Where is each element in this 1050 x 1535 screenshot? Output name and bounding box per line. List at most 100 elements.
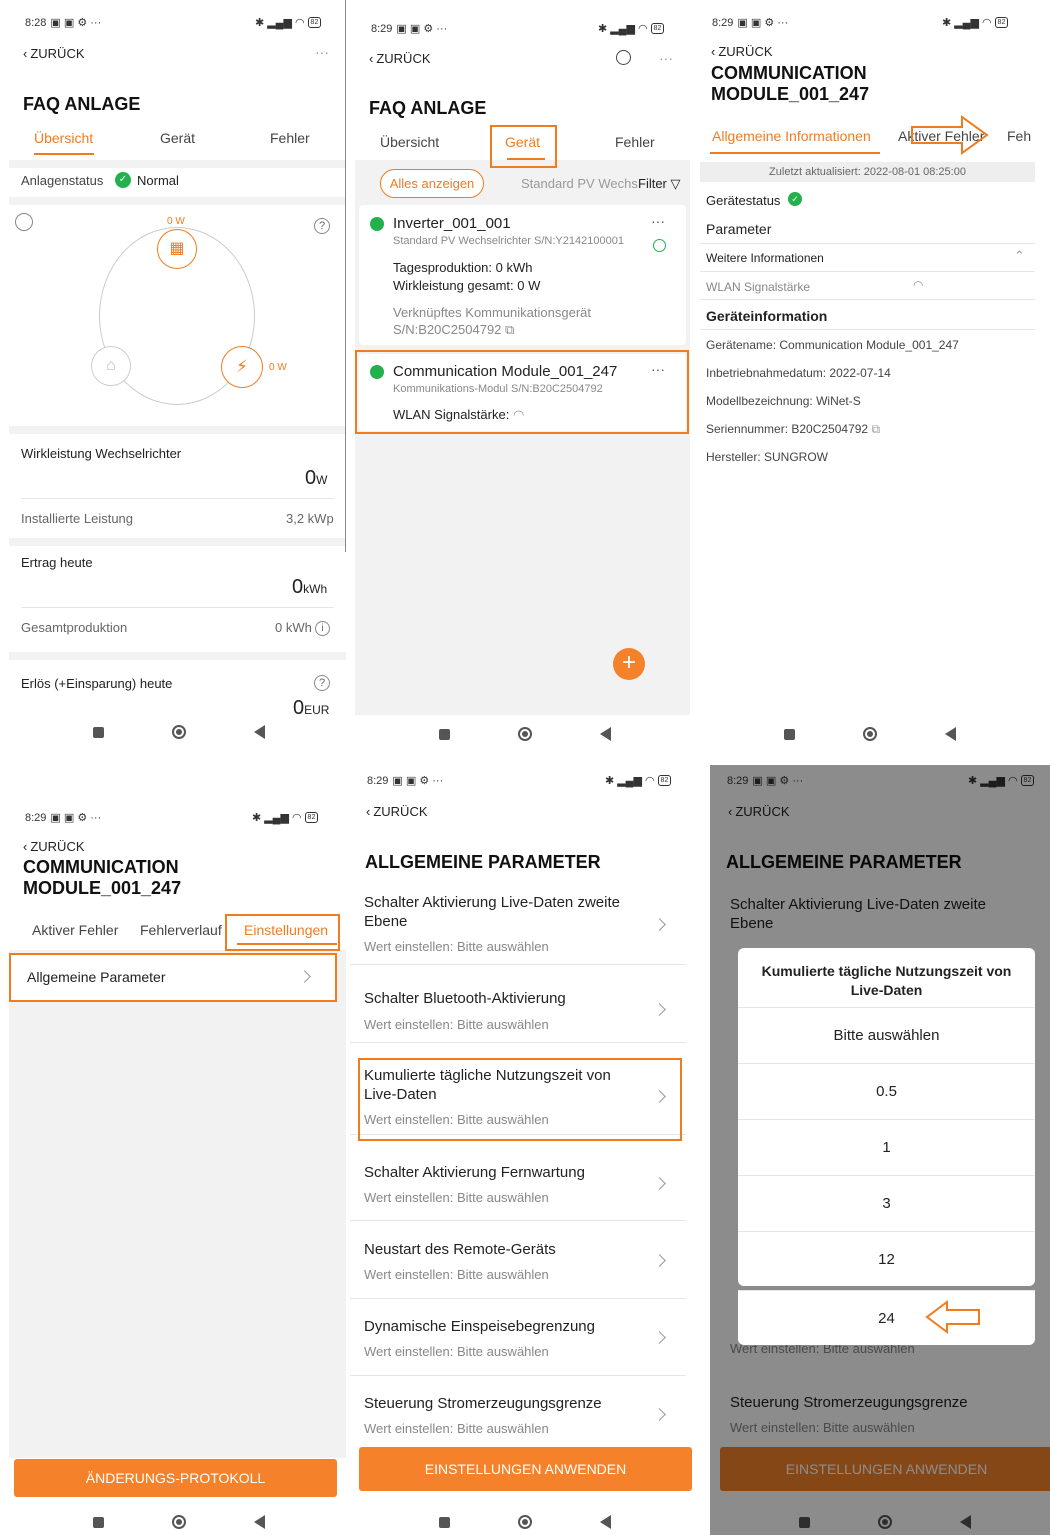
option-24-row[interactable]: 24: [738, 1290, 1035, 1345]
total-power: Wirkleistung gesamt: 0 W: [393, 278, 541, 293]
timer-icon[interactable]: [15, 213, 33, 231]
recent-apps-icon[interactable]: [439, 728, 450, 740]
recent-apps-icon[interactable]: [784, 728, 795, 740]
param-value: Wert einstellen: Bitte auswählen: [364, 1421, 549, 1436]
help-icon[interactable]: ?: [314, 218, 330, 234]
option-1[interactable]: 1: [738, 1119, 1035, 1175]
tab-errors[interactable]: Fehler: [615, 134, 655, 150]
panel-device-settings: 8:29 ▣ ▣ ⚙ ··· ✱ ▂▄▆ ◠ 82 ‹ ZURÜCK COMMUNICAT…: [9, 795, 346, 1535]
help-icon[interactable]: ?: [314, 675, 330, 691]
installed-power-label: Installierte Leistung: [21, 511, 134, 526]
battery-icon: 82: [307, 17, 322, 28]
list-background: [9, 950, 346, 1458]
tab-errors[interactable]: Fehler: [270, 130, 310, 146]
back-button[interactable]: ‹ ZURÜCK: [369, 51, 431, 66]
param-row[interactable]: Schalter Aktivierung Live-Daten zweite Eb…: [350, 885, 686, 965]
home-nav-icon[interactable]: [172, 1515, 186, 1529]
add-device-button[interactable]: +: [613, 648, 645, 680]
back-nav-icon[interactable]: [254, 725, 265, 739]
wifi-icon: ◠: [913, 278, 924, 292]
linked-device-label: Verknüpftes Kommunikationsgerät: [393, 305, 591, 320]
param-row[interactable]: Neustart des Remote-Geräts Wert einstell…: [350, 1222, 686, 1299]
param-row[interactable]: Schalter Bluetooth-Aktivierung Wert eins…: [350, 971, 686, 1043]
more-icon[interactable]: ···: [315, 44, 329, 60]
dialog-title: Kumulierte tägliche Nutzungszeit von Live…: [761, 963, 1012, 998]
tab-active-errors[interactable]: Aktiver Fehler: [32, 922, 118, 938]
recent-apps-icon[interactable]: [93, 1516, 104, 1528]
page-title: COMMUNICATION MODULE_001_247: [23, 857, 182, 898]
total-production-value: 0 kWh: [275, 620, 312, 635]
info-icon[interactable]: i: [315, 621, 330, 636]
search-icon[interactable]: [616, 50, 631, 65]
option-0-5[interactable]: 0.5: [738, 1063, 1035, 1119]
option-12[interactable]: 12: [738, 1231, 1035, 1286]
divider: [21, 498, 334, 499]
home-nav-icon[interactable]: [518, 727, 532, 741]
apply-settings-button[interactable]: EINSTELLUNGEN ANWENDEN: [359, 1447, 692, 1491]
more-icon[interactable]: ···: [651, 213, 665, 229]
more-icon[interactable]: ···: [659, 50, 673, 66]
back-nav-icon[interactable]: [600, 727, 611, 741]
type-filter[interactable]: Standard PV Wechs: [521, 176, 638, 191]
tab-indicator: [34, 153, 94, 155]
recent-apps-icon[interactable]: [93, 726, 104, 738]
linked-device-serial: S/N:B20C2504792 ⧉: [393, 322, 515, 337]
bluetooth-icon: ✱: [598, 23, 608, 35]
copy-icon[interactable]: ⧉: [505, 322, 514, 337]
highlight-box: [490, 125, 557, 168]
daily-production: Tagesproduktion: 0 kWh: [393, 260, 533, 275]
highlight-box: [9, 953, 337, 1002]
system-nav-bar: [59, 725, 299, 739]
home-nav-icon[interactable]: [172, 725, 186, 739]
param-row[interactable]: Schalter Aktivierung Fernwartung Wert ei…: [350, 1145, 686, 1221]
back-nav-icon[interactable]: [254, 1515, 265, 1529]
wifi-icon: ◠: [291, 812, 302, 824]
home-nav-icon[interactable]: [518, 1515, 532, 1529]
device-card-inverter[interactable]: Inverter_001_001 Standard PV Wechselrich…: [359, 205, 686, 345]
back-button[interactable]: ‹ ZURÜCK: [711, 44, 773, 59]
battery-icon: 82: [304, 812, 319, 823]
param-title: Schalter Bluetooth-Aktivierung: [364, 990, 566, 1007]
tab-overview[interactable]: Übersicht: [34, 130, 93, 146]
timer-icon: [653, 239, 666, 252]
bluetooth-icon: ✱: [255, 17, 265, 29]
param-row[interactable]: Steuerung Stromerzeugungsgrenze Wert ein…: [350, 1376, 686, 1447]
home-icon: ⌂: [91, 346, 131, 386]
back-nav-icon[interactable]: [600, 1515, 611, 1529]
status-bar-left: 8:29 ▣ ▣ ⚙ ···: [25, 811, 102, 825]
back-button[interactable]: ‹ ZURÜCK: [23, 46, 85, 61]
chevron-up-icon[interactable]: ⌃: [1014, 248, 1025, 264]
tab-overview[interactable]: Übersicht: [380, 134, 439, 150]
param-value: Wert einstellen: Bitte auswählen: [364, 1017, 549, 1032]
status-bar-left: 8:28 ▣ ▣ ⚙ ···: [25, 16, 102, 30]
home-nav-icon[interactable]: [863, 727, 877, 741]
status-bar-right: ✱ ▂▄▆ ◠ 82: [605, 774, 672, 787]
divider: [9, 426, 346, 434]
tab-error-history[interactable]: Fehlerverlauf: [140, 922, 222, 938]
signal-icon: ▂▄▆: [954, 17, 979, 29]
divider: [9, 652, 346, 660]
recent-apps-icon[interactable]: [439, 1516, 450, 1528]
filter-button[interactable]: Filter ▽: [638, 176, 681, 192]
chevron-right-icon: [653, 918, 666, 931]
installed-power-value: 3,2 kWp: [286, 511, 334, 526]
more-info-toggle[interactable]: Weitere Informationen: [706, 251, 824, 265]
param-row[interactable]: Dynamische Einspeisebegrenzung Wert eins…: [350, 1299, 686, 1376]
panel-divider: [345, 0, 346, 552]
device-sub: Standard PV Wechselrichter S/N:Y21421000…: [393, 235, 624, 247]
online-status-icon: [370, 217, 384, 231]
tab-more[interactable]: Feh: [1007, 128, 1031, 144]
param-title: Neustart des Remote-Geräts: [364, 1241, 556, 1258]
option-3[interactable]: 3: [738, 1175, 1035, 1231]
tab-general-info[interactable]: Allgemeine Informationen: [712, 128, 871, 144]
show-all-chip[interactable]: Alles anzeigen: [380, 169, 484, 198]
inverter-power-label: Wirkleistung Wechselrichter: [21, 446, 182, 461]
back-button[interactable]: ‹ ZURÜCK: [23, 839, 85, 854]
back-button[interactable]: ‹ ZURÜCK: [366, 804, 428, 819]
copy-icon[interactable]: ⧉: [871, 422, 880, 436]
back-nav-icon[interactable]: [945, 727, 956, 741]
tab-device[interactable]: Gerät: [160, 130, 195, 146]
option-placeholder[interactable]: Bitte auswählen: [738, 1007, 1035, 1063]
change-log-button[interactable]: ÄNDERUNGS-PROTOKOLL: [14, 1459, 337, 1497]
chevron-left-icon: ‹: [711, 44, 716, 59]
